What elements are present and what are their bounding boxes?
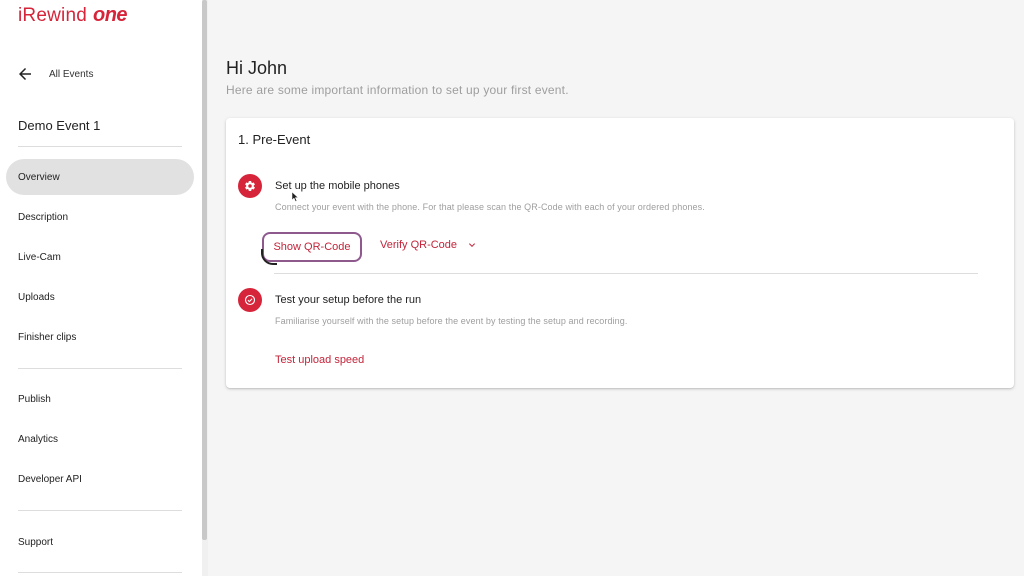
- step-description: Familiarise yourself with the setup befo…: [275, 316, 628, 326]
- sidebar-item-live-cam[interactable]: Live-Cam: [6, 239, 194, 275]
- sidebar-scrollbar-thumb[interactable]: [202, 0, 207, 540]
- chevron-down-icon: [469, 243, 476, 247]
- card-title: 1. Pre-Event: [238, 132, 311, 147]
- sidebar-item-description[interactable]: Description: [6, 199, 194, 235]
- sidebar-item-developer-api[interactable]: Developer API: [6, 461, 194, 497]
- page-greeting: Hi John: [226, 58, 288, 78]
- sidebar-divider: [18, 146, 182, 147]
- page-subtitle: Here are some important information to s…: [226, 83, 569, 97]
- show-qr-code-button[interactable]: Show QR-Code: [262, 232, 362, 262]
- brand-suffix: one: [93, 4, 128, 26]
- step-description: Connect your event with the phone. For t…: [275, 202, 705, 212]
- logo: iRewind one: [18, 4, 128, 30]
- verify-qr-code-label: Verify QR-Code: [380, 239, 458, 251]
- sidebar-item-label: Publish: [18, 393, 51, 405]
- sidebar: iRewind one All Events Demo Event 1 Overv…: [0, 0, 202, 576]
- focus-indicator: [261, 249, 277, 265]
- step-title: Set up the mobile phones: [275, 180, 400, 192]
- sidebar-item-label: Live-Cam: [18, 251, 61, 263]
- back-label: All Events: [49, 68, 94, 80]
- pre-event-card: 1. Pre-Event Set up the mobile phones Co…: [226, 118, 1014, 388]
- event-title: Demo Event 1: [18, 118, 101, 133]
- sidebar-item-analytics[interactable]: Analytics: [6, 421, 194, 457]
- sidebar-item-support[interactable]: Support: [6, 524, 194, 560]
- test-upload-speed-label: Test upload speed: [275, 354, 365, 366]
- sidebar-item-publish[interactable]: Publish: [6, 381, 194, 417]
- mouse-cursor-icon: [292, 192, 299, 202]
- sidebar-item-label: Finisher clips: [18, 331, 77, 343]
- back-to-all-events[interactable]: All Events: [16, 62, 93, 86]
- sidebar-item-label: Description: [18, 211, 69, 223]
- sidebar-item-overview[interactable]: Overview: [6, 159, 194, 195]
- check-circle-icon: [238, 288, 262, 312]
- sidebar-divider: [18, 572, 182, 573]
- sidebar-item-finisher-clips[interactable]: Finisher clips: [6, 319, 194, 355]
- test-upload-speed-button[interactable]: Test upload speed: [275, 354, 364, 366]
- step-title: Test your setup before the run: [275, 294, 422, 306]
- sidebar-item-label: Uploads: [18, 291, 55, 303]
- sidebar-divider: [18, 510, 182, 511]
- card-divider: [274, 273, 978, 274]
- sidebar-divider: [18, 368, 182, 369]
- verify-qr-code-button[interactable]: Verify QR-Code: [380, 239, 478, 251]
- brand-name: iRewind: [18, 5, 87, 26]
- sidebar-item-uploads[interactable]: Uploads: [6, 279, 194, 315]
- sidebar-item-label: Developer API: [18, 473, 82, 485]
- arrow-left-icon: [19, 68, 31, 80]
- sidebar-item-label: Overview: [18, 171, 60, 183]
- sidebar-item-label: Support: [18, 536, 54, 548]
- sidebar-item-label: Analytics: [18, 433, 59, 445]
- gear-icon: [238, 174, 262, 198]
